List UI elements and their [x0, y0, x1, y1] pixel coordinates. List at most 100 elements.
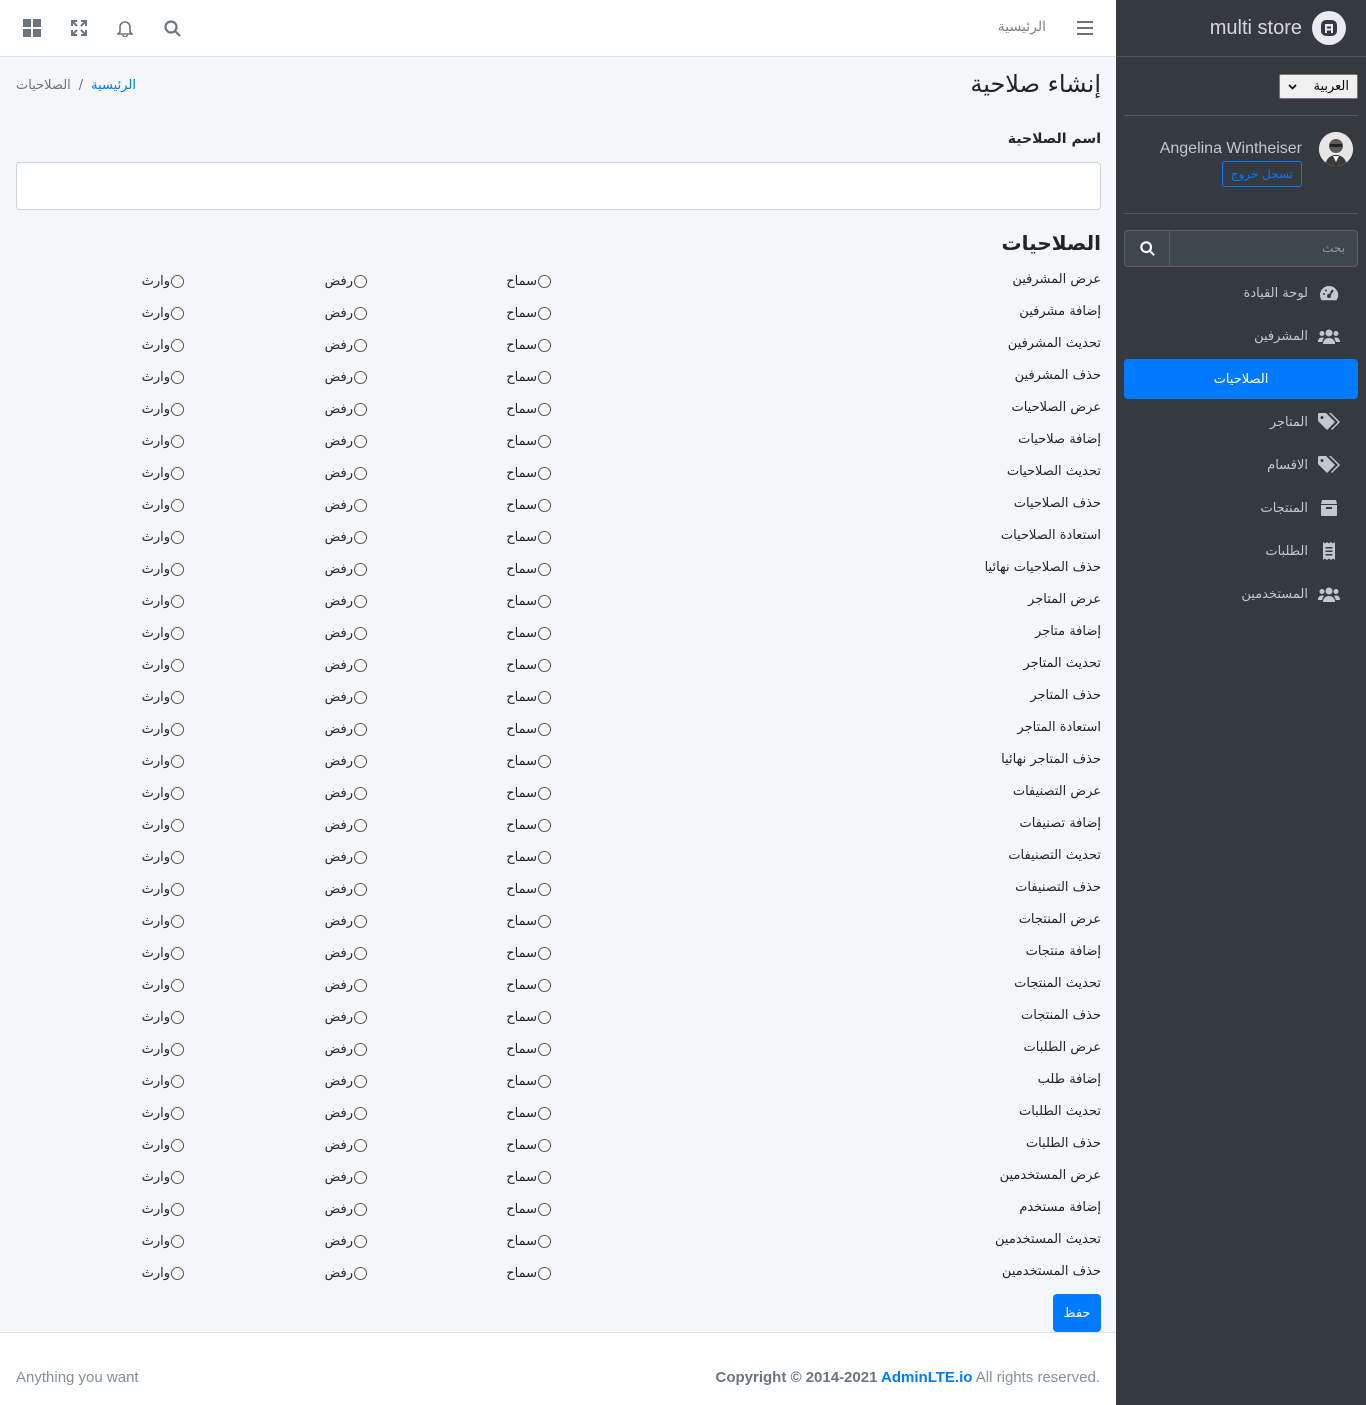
- sidebar-item-stores[interactable]: المتاجر: [1124, 402, 1358, 442]
- radio-inherit[interactable]: [171, 851, 184, 864]
- permission-option-deny[interactable]: رفض: [325, 306, 367, 321]
- radio-inherit[interactable]: [171, 691, 184, 704]
- permission-option-deny[interactable]: رفض: [325, 498, 367, 513]
- sidebar-item-permissions[interactable]: الصلاحيات: [1124, 359, 1358, 399]
- permission-option-allow[interactable]: سماح: [506, 1042, 551, 1057]
- radio-inherit[interactable]: [171, 1235, 184, 1248]
- radio-deny[interactable]: [354, 979, 367, 992]
- permission-option-deny[interactable]: رفض: [325, 338, 367, 353]
- radio-allow[interactable]: [538, 851, 551, 864]
- radio-allow[interactable]: [538, 467, 551, 480]
- permission-option-inherit[interactable]: وارث: [142, 690, 184, 705]
- radio-allow[interactable]: [538, 947, 551, 960]
- radio-allow[interactable]: [538, 435, 551, 448]
- permission-option-inherit[interactable]: وارث: [142, 594, 184, 609]
- radio-allow[interactable]: [538, 1075, 551, 1088]
- permission-option-deny[interactable]: رفض: [325, 818, 367, 833]
- radio-deny[interactable]: [354, 531, 367, 544]
- permission-option-deny[interactable]: رفض: [325, 850, 367, 865]
- sidebar-item-products[interactable]: المنتجات: [1124, 488, 1358, 528]
- radio-deny[interactable]: [354, 339, 367, 352]
- permission-option-inherit[interactable]: وارث: [142, 754, 184, 769]
- permission-option-inherit[interactable]: وارث: [142, 978, 184, 993]
- radio-deny[interactable]: [354, 947, 367, 960]
- permission-option-allow[interactable]: سماح: [506, 402, 551, 417]
- logout-button[interactable]: تسجل خروج: [1221, 161, 1302, 187]
- permission-option-allow[interactable]: سماح: [506, 882, 551, 897]
- radio-inherit[interactable]: [171, 915, 184, 928]
- permission-option-allow[interactable]: سماح: [506, 306, 551, 321]
- permission-option-inherit[interactable]: وارث: [142, 818, 184, 833]
- sidebar-search-button[interactable]: [1124, 230, 1169, 267]
- radio-deny[interactable]: [354, 1171, 367, 1184]
- radio-deny[interactable]: [354, 787, 367, 800]
- permission-option-inherit[interactable]: وارث: [142, 882, 184, 897]
- permission-option-deny[interactable]: رفض: [325, 1234, 367, 1249]
- permission-option-allow[interactable]: سماح: [506, 530, 551, 545]
- radio-deny[interactable]: [354, 755, 367, 768]
- top-home-link[interactable]: الرئيسية: [998, 19, 1046, 35]
- radio-inherit[interactable]: [171, 979, 184, 992]
- breadcrumb-home-link[interactable]: الرئيسية: [91, 78, 136, 93]
- permission-option-allow[interactable]: سماح: [506, 1074, 551, 1089]
- permission-option-deny[interactable]: رفض: [325, 786, 367, 801]
- permission-option-allow[interactable]: سماح: [506, 338, 551, 353]
- radio-allow[interactable]: [538, 1011, 551, 1024]
- permission-option-inherit[interactable]: وارث: [142, 658, 184, 673]
- permission-option-allow[interactable]: سماح: [506, 466, 551, 481]
- permission-option-deny[interactable]: رفض: [325, 690, 367, 705]
- permission-option-allow[interactable]: سماح: [506, 274, 551, 289]
- fullscreen-icon[interactable]: [69, 18, 89, 38]
- radio-deny[interactable]: [354, 627, 367, 640]
- permission-option-allow[interactable]: سماح: [506, 690, 551, 705]
- permission-option-inherit[interactable]: وارث: [142, 626, 184, 641]
- radio-allow[interactable]: [538, 915, 551, 928]
- radio-inherit[interactable]: [171, 947, 184, 960]
- avatar[interactable]: [1319, 132, 1353, 166]
- radio-allow[interactable]: [538, 755, 551, 768]
- radio-allow[interactable]: [538, 275, 551, 288]
- permission-option-deny[interactable]: رفض: [325, 1138, 367, 1153]
- permission-option-allow[interactable]: سماح: [506, 1138, 551, 1153]
- radio-allow[interactable]: [538, 979, 551, 992]
- permission-option-deny[interactable]: رفض: [325, 434, 367, 449]
- radio-allow[interactable]: [538, 819, 551, 832]
- permission-option-allow[interactable]: سماح: [506, 434, 551, 449]
- permission-option-allow[interactable]: سماح: [506, 818, 551, 833]
- permission-option-deny[interactable]: رفض: [325, 1266, 367, 1281]
- radio-allow[interactable]: [538, 723, 551, 736]
- permission-option-allow[interactable]: سماح: [506, 594, 551, 609]
- radio-allow[interactable]: [538, 1139, 551, 1152]
- permission-option-deny[interactable]: رفض: [325, 402, 367, 417]
- radio-allow[interactable]: [538, 883, 551, 896]
- permission-option-inherit[interactable]: وارث: [142, 338, 184, 353]
- sidebar-item-users[interactable]: المستخدمين: [1124, 574, 1358, 614]
- user-name[interactable]: Angelina Wintheiser: [1160, 140, 1302, 158]
- permission-option-inherit[interactable]: وارث: [142, 434, 184, 449]
- radio-allow[interactable]: [538, 659, 551, 672]
- language-select[interactable]: العربية: [1279, 74, 1358, 99]
- radio-deny[interactable]: [354, 1075, 367, 1088]
- radio-deny[interactable]: [354, 1235, 367, 1248]
- permission-option-allow[interactable]: سماح: [506, 850, 551, 865]
- radio-inherit[interactable]: [171, 1203, 184, 1216]
- permission-option-allow[interactable]: سماح: [506, 1266, 551, 1281]
- radio-inherit[interactable]: [171, 595, 184, 608]
- permission-option-deny[interactable]: رفض: [325, 1042, 367, 1057]
- permission-option-deny[interactable]: رفض: [325, 882, 367, 897]
- permission-option-inherit[interactable]: وارث: [142, 1202, 184, 1217]
- radio-deny[interactable]: [354, 1043, 367, 1056]
- permission-option-deny[interactable]: رفض: [325, 914, 367, 929]
- radio-deny[interactable]: [354, 563, 367, 576]
- permission-option-deny[interactable]: رفض: [325, 530, 367, 545]
- permission-option-inherit[interactable]: وارث: [142, 914, 184, 929]
- radio-deny[interactable]: [354, 1011, 367, 1024]
- permission-option-inherit[interactable]: وارث: [142, 1106, 184, 1121]
- radio-allow[interactable]: [538, 1171, 551, 1184]
- permission-name-input[interactable]: [16, 162, 1101, 210]
- brand-link[interactable]: multi store: [1116, 0, 1366, 57]
- permission-option-inherit[interactable]: وارث: [142, 1234, 184, 1249]
- radio-deny[interactable]: [354, 467, 367, 480]
- permission-option-allow[interactable]: سماح: [506, 1010, 551, 1025]
- radio-inherit[interactable]: [171, 403, 184, 416]
